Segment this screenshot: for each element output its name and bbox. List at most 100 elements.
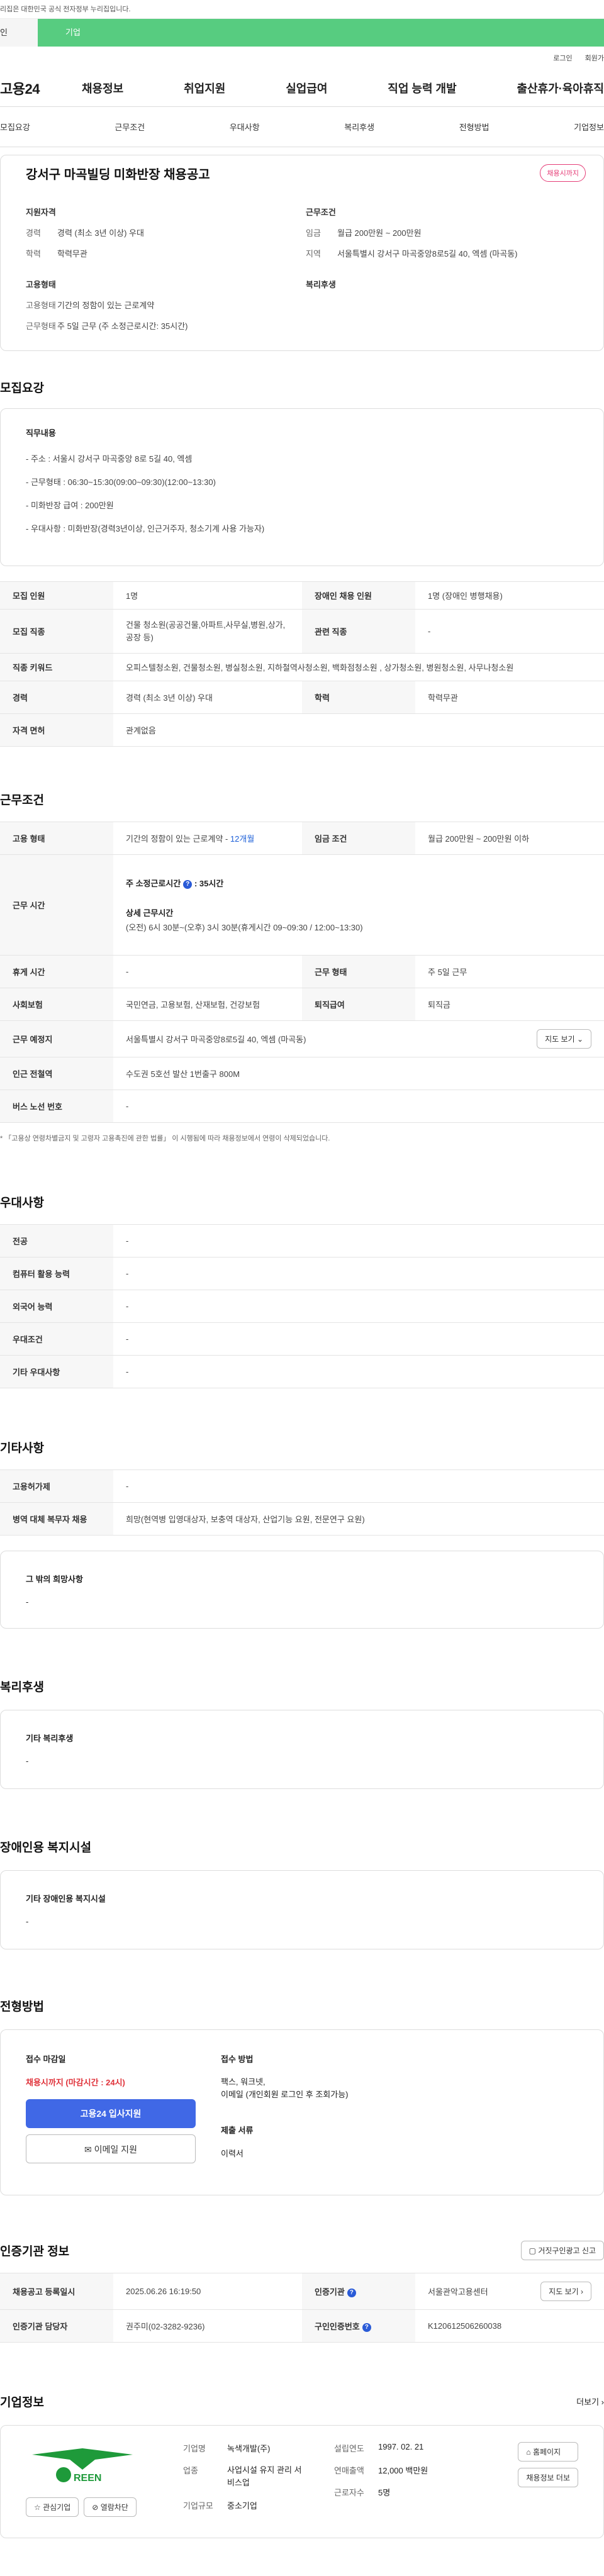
gnb-item-parental-leave[interactable]: 출산휴가·육아휴직: [517, 80, 604, 96]
table-row: 고용허가제 -: [0, 1469, 604, 1503]
tab-company[interactable]: 기업정보: [574, 121, 604, 133]
table-key: 퇴직급여: [302, 988, 415, 1021]
deadline-column: 접수 마감일 채용시까지 (마감시간 : 24시) 고용24 입사지원 ✉ 이메…: [26, 2053, 202, 2172]
join-link[interactable]: 회원가: [585, 53, 604, 63]
tab-selection[interactable]: 전형방법: [459, 121, 489, 133]
summary-value: 서울특별시 강서구 마곡중앙8로5길 40, 엑셈 (마곡동): [337, 249, 518, 259]
other-wishes-heading: 그 밖의 희망사항: [26, 1575, 83, 1584]
site-logo[interactable]: 고용24: [0, 78, 82, 98]
table-key: 병역 대체 복무자 채용: [0, 1502, 113, 1536]
company-info-value: 12,000 백만원: [378, 2466, 428, 2475]
duty-line: - 미화반장 급여 : 200만원: [26, 501, 114, 510]
table-value: -: [415, 609, 604, 654]
summary-key: 학력: [26, 249, 41, 259]
method-column: 접수 방법 팩스, 워크넷, 이메일 (개인회원 로그인 후 조회가능) 제출 서…: [221, 2053, 349, 2172]
company-jobs-button[interactable]: 채용정보 더보: [518, 2468, 578, 2487]
company-logo: REEN: [26, 2442, 152, 2486]
info-icon[interactable]: ?: [362, 2322, 371, 2332]
company-info-key: 연매출액: [334, 2466, 364, 2475]
documents-heading: 제출 서류: [221, 2126, 254, 2135]
summary-key: 임금: [306, 228, 321, 238]
email-apply-button[interactable]: ✉ 이메일 지원: [26, 2134, 196, 2163]
company-more-link[interactable]: 더보기 ›: [576, 2395, 604, 2407]
table-value: -: [113, 1257, 604, 1290]
preferences-heading: 우대사항: [0, 1196, 44, 1210]
company-action-column: ⌂ 홈페이지 채용정보 더보: [518, 2442, 578, 2521]
table-value: 관계없음: [113, 713, 604, 747]
table-row: 모집 직종 건물 청소원(공공건물,아파트,사무실,병원,상가,공장 등) 관련…: [0, 609, 604, 654]
company-logo-column: REEN ☆ 관심기업 ⊘ 열람차단: [26, 2442, 171, 2521]
tab-work-conditions[interactable]: 근무조건: [115, 121, 145, 133]
tab-welfare[interactable]: 복리후생: [344, 121, 374, 133]
contract-months: 12개월: [230, 834, 255, 844]
other-wishes-value: -: [26, 1597, 29, 1607]
table-key: 자격 면허: [0, 713, 113, 747]
company-info-value: 중소기업: [227, 2501, 257, 2511]
table-row: 인증기관 담당자 권주미(02-3282-9236) 구인인증번호? K1206…: [0, 2309, 604, 2343]
deadline-value: 채용시까지 (마감시간 : 24시): [26, 2078, 125, 2087]
method-line: 이메일 (개인회원 로그인 후 조회가능): [221, 2090, 349, 2099]
apply-button[interactable]: 고용24 입사지원: [26, 2099, 196, 2128]
gnb-item-vocational-training[interactable]: 직업 능력 개발: [388, 80, 456, 96]
table-value: 권주미(02-3282-9236): [113, 2309, 302, 2343]
table-value: 1명 (장애인 병행채용): [415, 581, 604, 610]
summary-key: 지역: [306, 249, 321, 259]
table-key: 근무 예정지: [0, 1020, 113, 1057]
table-key: 근무 형태: [302, 955, 415, 988]
section-tabs: 모집요강 근무조건 우대사항 복리후생 전형방법 기업정보: [0, 107, 604, 147]
info-icon[interactable]: ?: [183, 879, 193, 889]
favorite-company-label: 관심기업: [43, 2503, 71, 2512]
table-key: 휴게 시간: [0, 955, 113, 988]
table-value: 희망(현역병 입영대상자, 보충역 대상자, 산업기능 요원, 전문연구 요원): [113, 1502, 604, 1536]
tab-corporate[interactable]: 기업: [38, 19, 604, 47]
table-value: 국민연금, 고용보험, 산재보험, 건강보험: [113, 988, 302, 1021]
disability-section: 장애인용 복지시설 기타 장애인용 복지시설 -: [0, 1838, 604, 1949]
standard-hours-label: 주 소정근로시간: [126, 879, 181, 888]
recruit-section: 모집요강 직무내용 - 주소 : 서울시 강서구 마곡중앙 8로 5길 40, …: [0, 379, 604, 747]
duty-line: - 우대사항 : 미화반장(경력3년이상, 인근거주자, 청소기계 사용 가능자…: [26, 524, 265, 533]
tab-preferences[interactable]: 우대사항: [230, 121, 260, 133]
company-heading: 기업정보: [0, 2396, 44, 2409]
login-link[interactable]: 로그인: [553, 53, 572, 63]
summary-value: 주 5일 근무 (주 소정근로시간: 35시간): [57, 321, 188, 331]
gnb-item-employment-support[interactable]: 취업지원: [184, 80, 225, 96]
tab-recruit[interactable]: 모집요강: [0, 121, 30, 133]
table-row: 근무 시간 주 소정근로시간? : 35시간 상세 근무시간 (오전) 6시 3…: [0, 854, 604, 956]
detail-hours-label: 상세 근무시간: [126, 908, 174, 918]
disability-box: 기타 장애인용 복지시설 -: [0, 1870, 604, 1949]
welfare-summary-heading: 복리후생: [306, 280, 336, 289]
employment-type-text: 기간의 정함이 있는 근로계약 -: [126, 834, 230, 844]
tab-individual[interactable]: 인: [0, 19, 38, 47]
table-key: 구인인증번호?: [302, 2309, 415, 2343]
table-value: 서울특별시 강서구 마곡중앙8로5길 40, 엑셈 (마곡동) 지도 보기 ⌄: [113, 1020, 604, 1057]
user-type-tabs: 인 기업: [0, 19, 604, 47]
gnb-item-unemployment-benefit[interactable]: 실업급여: [286, 80, 327, 96]
table-key: 모집 인원: [0, 581, 113, 610]
company-info-key: 기업명: [183, 2444, 206, 2453]
gnb-item-jobs[interactable]: 채용정보: [82, 80, 123, 96]
table-row: 우대조건 -: [0, 1322, 604, 1356]
deadline-heading: 접수 마감일: [26, 2055, 66, 2064]
page-bottom-spacer: [0, 2538, 604, 2576]
method-heading: 접수 방법: [221, 2055, 254, 2064]
utility-links: 로그인 회원가: [0, 47, 604, 69]
welfare-inner-value: -: [26, 1756, 29, 1766]
table-key: 근무 시간: [0, 854, 113, 956]
recruit-heading: 모집요강: [0, 382, 44, 395]
table-key: 경력: [0, 681, 113, 714]
gov-notice: 리집은 대한민국 공식 전자정부 누리집입니다.: [0, 0, 604, 19]
table-value: 오피스텔청소원, 건물청소원, 병실청소원, 지하철역사청소원, 백화점청소원 …: [113, 653, 604, 681]
info-icon[interactable]: ?: [347, 2288, 356, 2297]
employment-type-heading: 고용형태: [26, 280, 56, 289]
homepage-button[interactable]: ⌂ 홈페이지: [518, 2442, 578, 2462]
block-company-button[interactable]: ⊘ 열람차단: [84, 2497, 137, 2517]
favorite-company-button[interactable]: ☆ 관심기업: [26, 2497, 79, 2517]
map-view-button[interactable]: 지도 보기 ⌄: [537, 1029, 591, 1049]
table-value: 건물 청소원(공공건물,아파트,사무실,병원,상가,공장 등): [113, 609, 302, 654]
table-row: 컴퓨터 활용 능력 -: [0, 1257, 604, 1290]
cert-agency-value: 서울관악고용센터: [428, 2287, 488, 2297]
company-section: 기업정보 더보기 › REEN ☆ 관심기업 ⊘ 열람차단 기업명 녹색개발(주)…: [0, 2393, 604, 2538]
cert-map-button[interactable]: 지도 보기 ›: [540, 2282, 591, 2301]
table-key: 인증기관?: [302, 2273, 415, 2310]
report-false-ad-button[interactable]: ▢ 거짓구인광고 신고: [520, 2241, 604, 2260]
